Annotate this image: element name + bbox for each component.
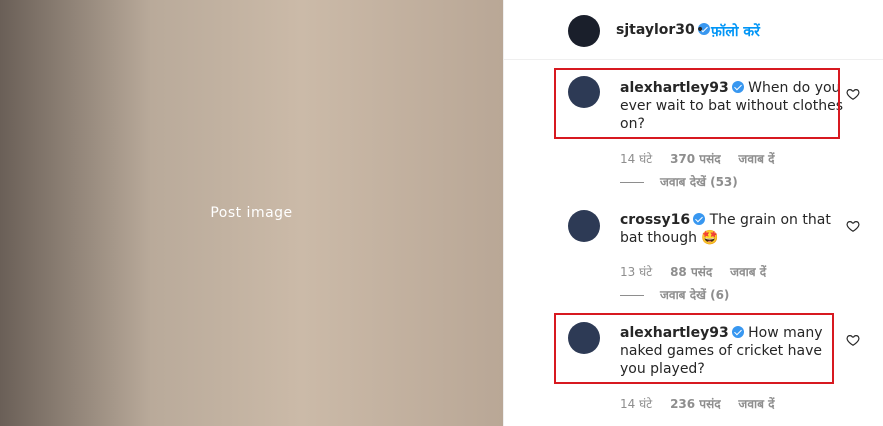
comment-time[interactable]: 14 घंटे (620, 152, 652, 166)
replies-divider-line (620, 295, 644, 296)
comment-meta: 14 घंटे 370 पसंद जवाब दें (620, 150, 789, 167)
comment-likes[interactable]: 88 पसंद (670, 265, 712, 279)
comment-meta: 14 घंटे 236 पसंद जवाब दें (620, 395, 789, 412)
reply-button[interactable]: जवाब दें (730, 265, 766, 279)
comment-likes[interactable]: 370 पसंद (670, 152, 721, 166)
like-heart-icon[interactable] (846, 87, 860, 101)
comment-item: crossy16 The grain on that bat though 🤩 … (504, 200, 883, 305)
commenter-avatar[interactable] (568, 210, 600, 242)
follow-button[interactable]: फ़ॉलो करें (711, 22, 760, 41)
view-replies-button[interactable]: जवाब देखें (6) (620, 286, 729, 303)
reply-button[interactable]: जवाब दें (738, 397, 774, 411)
post-photo-label: Post image (210, 205, 293, 221)
comment-time[interactable]: 13 घंटे (620, 265, 652, 279)
author-avatar[interactable] (568, 15, 600, 47)
like-heart-icon[interactable] (846, 333, 860, 347)
post-header: sjtaylor30 • फ़ॉलो करें (504, 0, 883, 60)
highlight-box (554, 313, 834, 384)
post-photo: Post image (0, 0, 503, 426)
comment-body: crossy16 The grain on that bat though 🤩 (620, 211, 850, 247)
replies-divider-line (620, 182, 644, 183)
comment-likes[interactable]: 236 पसंद (670, 397, 721, 411)
header-separator: • (696, 22, 705, 38)
commenter-username[interactable]: crossy16 (620, 212, 690, 228)
reply-button[interactable]: जवाब दें (738, 152, 774, 166)
comment-time[interactable]: 14 घंटे (620, 397, 652, 411)
comment-meta: 13 घंटे 88 पसंद जवाब दें (620, 263, 780, 280)
highlight-box (554, 68, 840, 139)
view-replies-button[interactable]: जवाब देखें (53) (620, 173, 738, 190)
comments-pane: sjtaylor30 • फ़ॉलो करें alexhartley93 Wh… (504, 0, 883, 426)
verified-badge-icon (693, 213, 706, 225)
like-heart-icon[interactable] (846, 219, 860, 233)
